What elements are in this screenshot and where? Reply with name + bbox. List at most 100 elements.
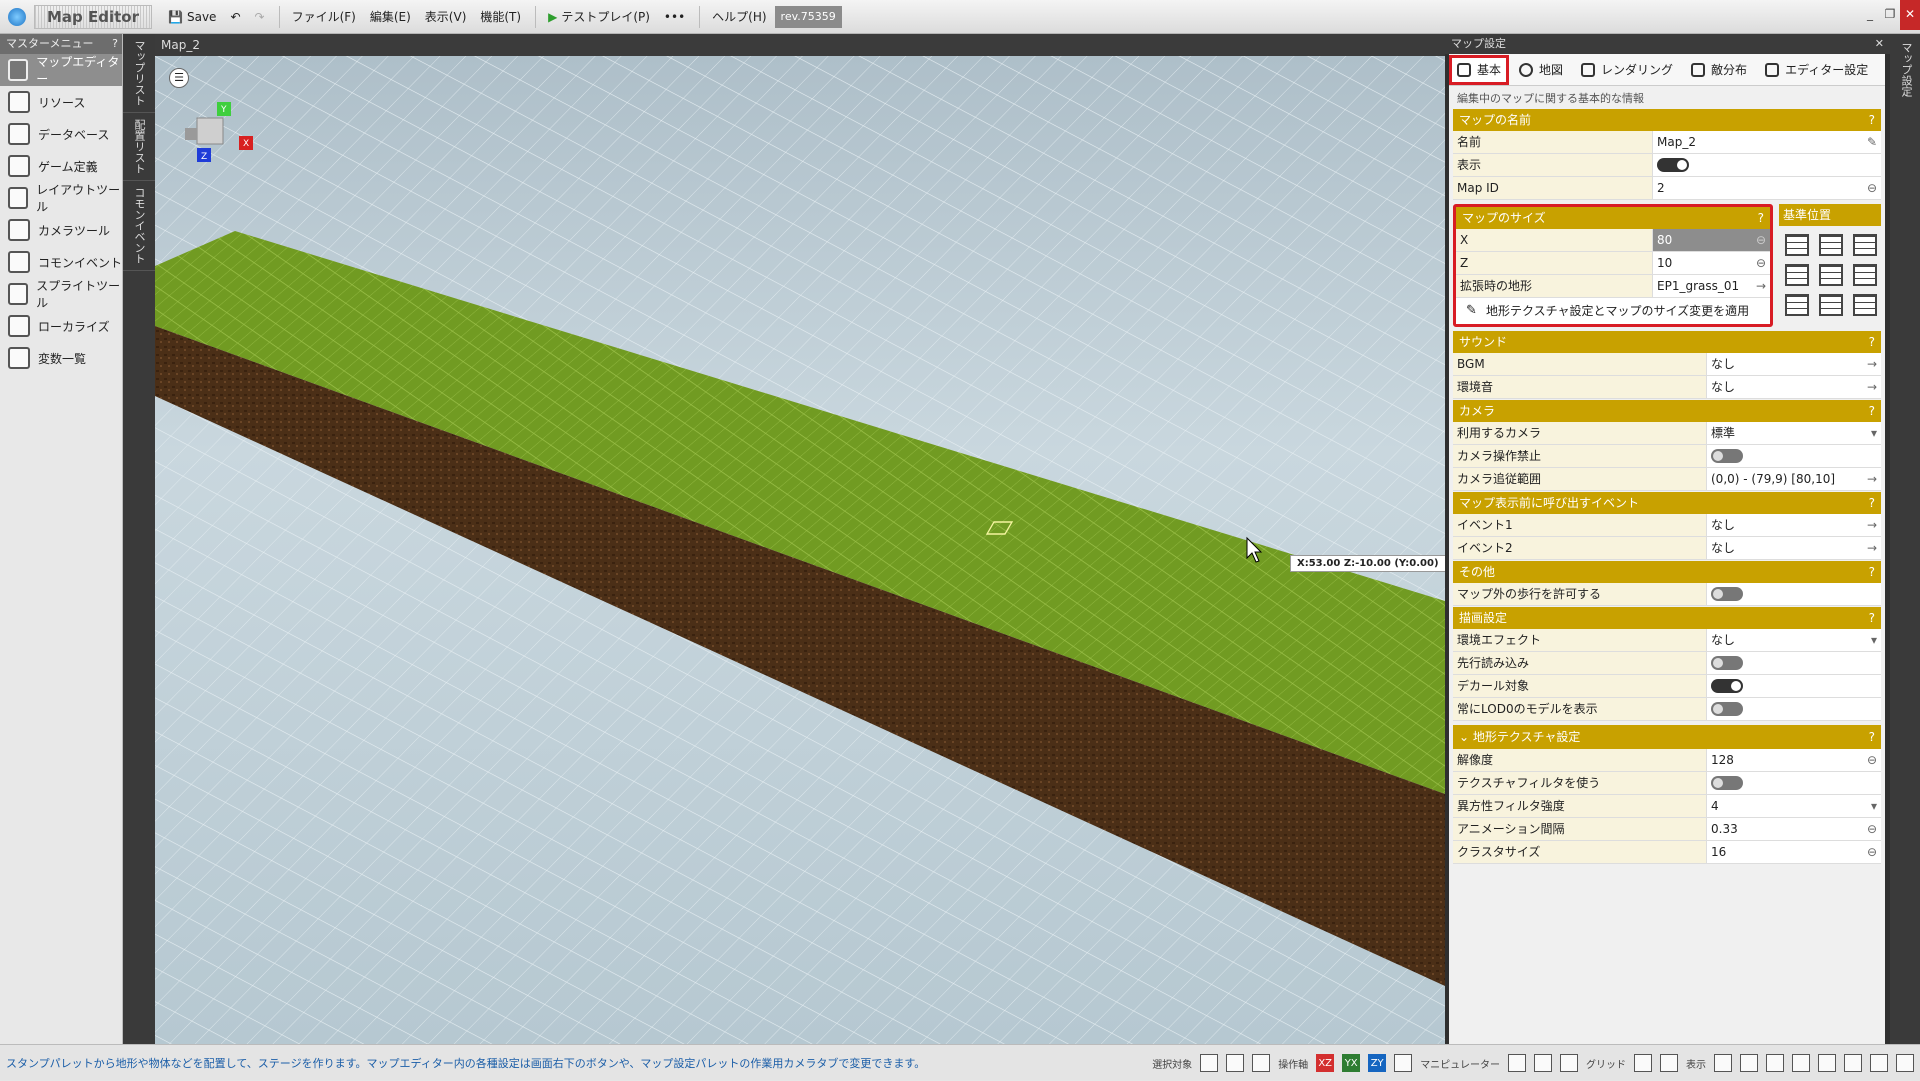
anchor-middle-right[interactable] xyxy=(1853,264,1877,286)
axis-yx-button[interactable]: YX xyxy=(1342,1054,1361,1072)
display-settings-icon[interactable] xyxy=(1896,1054,1914,1072)
close-button[interactable]: ✕ xyxy=(1900,0,1920,30)
stepper-icon[interactable]: ⊖ xyxy=(1867,841,1877,863)
env-effect-select[interactable]: なし ▾ xyxy=(1707,629,1881,651)
menu-item-variables[interactable]: 変数一覧 xyxy=(0,342,122,374)
tab-map-settings[interactable]: マップ設定 xyxy=(1890,34,1920,105)
name-field[interactable]: Map_2 ✎ xyxy=(1653,131,1881,153)
anchor-middle-left[interactable] xyxy=(1785,264,1809,286)
menu-item-layout-tool[interactable]: レイアウトツール xyxy=(0,182,122,214)
menu-edit[interactable]: 編集(E) xyxy=(364,4,417,30)
arrow-right-icon[interactable]: → xyxy=(1867,353,1877,375)
select-both-icon[interactable] xyxy=(1252,1054,1271,1072)
stepper-icon[interactable]: ⊖ xyxy=(1867,177,1877,199)
tab-rendering[interactable]: レンダリング xyxy=(1573,55,1681,85)
anchor-bottom-center[interactable] xyxy=(1819,294,1843,316)
minimize-button[interactable]: _ xyxy=(1860,0,1880,30)
move-icon[interactable] xyxy=(1508,1054,1526,1072)
lod0-toggle[interactable] xyxy=(1711,702,1743,716)
rotate-icon[interactable] xyxy=(1534,1054,1552,1072)
grid-toggle-icon[interactable] xyxy=(1634,1054,1652,1072)
menu-view[interactable]: 表示(V) xyxy=(419,4,473,30)
redo-button[interactable]: ↷ xyxy=(249,4,271,30)
tab-editor-settings[interactable]: エディター設定 xyxy=(1757,55,1876,85)
axis-xz-button[interactable]: XZ xyxy=(1316,1054,1335,1072)
stepper-icon[interactable]: ⊖ xyxy=(1756,229,1766,251)
texture-filter-toggle[interactable] xyxy=(1711,776,1743,790)
select-tile-icon[interactable] xyxy=(1200,1054,1219,1072)
help-icon[interactable]: ? xyxy=(1869,725,1875,749)
walk-outside-toggle[interactable] xyxy=(1711,587,1743,601)
grid-size-icon[interactable] xyxy=(1660,1054,1678,1072)
camera-range-field[interactable]: (0,0) - (79,9) [80,10] → xyxy=(1707,468,1881,490)
anchor-top-left[interactable] xyxy=(1785,234,1809,256)
undo-button[interactable]: ↶ xyxy=(224,4,246,30)
manipulator-icon[interactable] xyxy=(1394,1054,1413,1072)
menu-file[interactable]: ファイル(F) xyxy=(286,4,362,30)
section-terrain-texture[interactable]: ⌄ 地形テクスチャ設定? xyxy=(1453,725,1881,749)
size-x-field[interactable]: 80 ⊖ xyxy=(1653,229,1770,251)
display-effect-icon[interactable] xyxy=(1792,1054,1810,1072)
tab-map-list[interactable]: マップリスト xyxy=(123,34,155,113)
tab-placement-list[interactable]: 配置リスト xyxy=(123,113,155,181)
anisotropy-select[interactable]: 4 ▾ xyxy=(1707,795,1881,817)
edit-icon[interactable]: ✎ xyxy=(1867,131,1877,153)
menu-item-map-editor[interactable]: マップエディター xyxy=(0,54,122,86)
chevron-down-icon[interactable]: ▾ xyxy=(1871,629,1877,651)
arrow-right-icon[interactable]: → xyxy=(1867,514,1877,536)
help-icon[interactable]: ? xyxy=(1869,331,1875,353)
chevron-down-icon[interactable]: ▾ xyxy=(1871,795,1877,817)
help-icon[interactable]: ? xyxy=(1758,207,1764,229)
arrow-right-icon[interactable]: → xyxy=(1867,376,1877,398)
anchor-center[interactable] xyxy=(1819,264,1843,286)
panel-close-icon[interactable]: ✕ xyxy=(1875,34,1884,54)
restore-button[interactable]: ❐ xyxy=(1880,0,1900,30)
help-icon[interactable]: ? xyxy=(1869,400,1875,422)
stepper-icon[interactable]: ⊖ xyxy=(1756,252,1766,274)
tab-map[interactable]: 地図 xyxy=(1511,55,1571,85)
decal-toggle[interactable] xyxy=(1711,679,1743,693)
camera-lock-toggle[interactable] xyxy=(1711,449,1743,463)
testplay-button[interactable]: ▶ テストプレイ(P) xyxy=(542,4,656,30)
event1-field[interactable]: なし → xyxy=(1707,514,1881,536)
menu-item-camera-tool[interactable]: カメラツール xyxy=(0,214,122,246)
display-toggle[interactable] xyxy=(1657,158,1689,172)
anchor-top-center[interactable] xyxy=(1819,234,1843,256)
camera-use-select[interactable]: 標準 ▾ xyxy=(1707,422,1881,444)
ambient-field[interactable]: なし → xyxy=(1707,376,1881,398)
display-camera-icon[interactable] xyxy=(1870,1054,1888,1072)
axis-zy-button[interactable]: ZY xyxy=(1368,1054,1387,1072)
anchor-bottom-left[interactable] xyxy=(1785,294,1809,316)
anim-interval-field[interactable]: 0.33 ⊖ xyxy=(1707,818,1881,840)
more-button[interactable]: ••• xyxy=(658,4,691,30)
help-icon[interactable]: ? xyxy=(1869,607,1875,629)
resolution-field[interactable]: 128 ⊖ xyxy=(1707,749,1881,771)
help-icon[interactable]: ? xyxy=(1869,109,1875,131)
cluster-size-field[interactable]: 16 ⊖ xyxy=(1707,841,1881,863)
select-object-icon[interactable] xyxy=(1226,1054,1245,1072)
menu-tools[interactable]: 機能(T) xyxy=(474,4,527,30)
menu-item-resources[interactable]: リソース xyxy=(0,86,122,118)
menu-item-game-definition[interactable]: ゲーム定義 xyxy=(0,150,122,182)
tab-enemy-distribution[interactable]: 敵分布 xyxy=(1683,55,1755,85)
arrow-right-icon[interactable]: → xyxy=(1867,537,1877,559)
save-button[interactable]: 💾 Save xyxy=(162,4,222,30)
display-object-icon[interactable] xyxy=(1740,1054,1758,1072)
size-z-field[interactable]: 10 ⊖ xyxy=(1653,252,1770,274)
tab-common-event[interactable]: コモンイベント xyxy=(123,181,155,271)
expand-terrain-field[interactable]: EP1_grass_01 → xyxy=(1653,275,1770,297)
display-grid-icon[interactable] xyxy=(1714,1054,1732,1072)
apply-size-button[interactable]: 地形テクスチャ設定とマップのサイズ変更を適用 xyxy=(1456,298,1770,324)
anchor-top-right[interactable] xyxy=(1853,234,1877,256)
display-event-icon[interactable] xyxy=(1818,1054,1836,1072)
help-icon[interactable]: ? xyxy=(1869,492,1875,514)
menu-item-database[interactable]: データベース xyxy=(0,118,122,150)
scale-icon[interactable] xyxy=(1560,1054,1578,1072)
3d-scene[interactable]: Y X Z ☰ X:53.00 Z:-10.00 (Y:0.00) xyxy=(155,56,1445,1044)
chevron-down-icon[interactable]: ▾ xyxy=(1871,422,1877,444)
viewport-menu-button[interactable]: ☰ xyxy=(169,68,189,88)
arrow-right-icon[interactable]: → xyxy=(1867,468,1877,490)
help-icon[interactable]: ? xyxy=(112,34,118,54)
help-icon[interactable]: ? xyxy=(1869,561,1875,583)
stepper-icon[interactable]: ⊖ xyxy=(1867,818,1877,840)
